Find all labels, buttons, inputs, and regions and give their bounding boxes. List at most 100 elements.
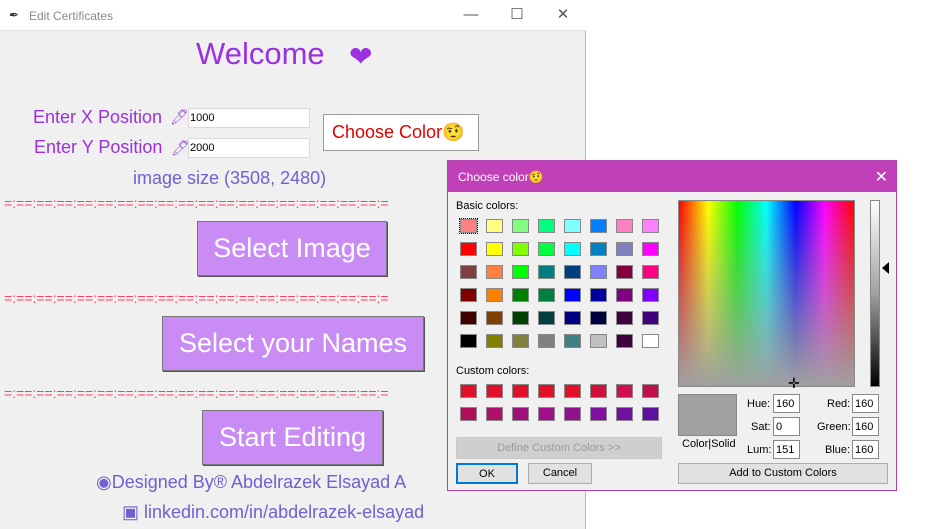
custom-color-swatch[interactable] [616,407,633,421]
basic-colors-label: Basic colors: [456,200,519,212]
color-spectrum[interactable] [678,200,855,387]
start-editing-button[interactable]: Start Editing [202,410,383,465]
basic-color-swatch[interactable] [642,265,659,279]
basic-color-swatch[interactable] [486,219,503,233]
basic-color-swatch[interactable] [590,265,607,279]
basic-color-swatch[interactable] [460,311,477,325]
basic-color-swatch[interactable] [564,219,581,233]
ok-button[interactable]: OK [456,463,518,484]
luminance-arrow-icon[interactable] [882,262,889,274]
custom-color-swatch[interactable] [564,384,581,398]
basic-color-swatch[interactable] [538,334,555,348]
basic-color-swatch[interactable] [564,311,581,325]
y-position-input[interactable] [188,138,310,158]
basic-color-swatch[interactable] [590,311,607,325]
basic-color-swatch[interactable] [642,242,659,256]
basic-color-swatch[interactable] [538,242,555,256]
x-position-input[interactable] [188,108,310,128]
basic-color-swatch[interactable] [486,242,503,256]
basic-color-swatch[interactable] [460,265,477,279]
basic-color-swatch[interactable] [460,334,477,348]
custom-color-swatch[interactable] [486,384,503,398]
basic-color-swatch[interactable] [616,242,633,256]
custom-color-swatch[interactable] [512,407,529,421]
hue-label: Hue: [747,398,771,410]
linkedin-link[interactable]: ▣ linkedin.com/in/abdelrazek-elsayad [122,502,424,523]
custom-color-swatch[interactable] [460,384,477,398]
divider: =:==:==:==:==:==:==:==:==:==:==:==:==:==… [4,385,389,401]
basic-color-swatch[interactable] [616,219,633,233]
basic-color-swatch[interactable] [538,311,555,325]
define-custom-colors-button[interactable]: Define Custom Colors >> [456,437,662,459]
basic-color-swatch[interactable] [590,219,607,233]
basic-color-swatch[interactable] [512,265,529,279]
basic-color-swatch[interactable] [512,219,529,233]
dialog-close-button[interactable]: ✕ [875,167,888,187]
choose-color-button[interactable]: Choose Color🤨 [323,114,479,151]
basic-color-swatch[interactable] [642,334,659,348]
custom-color-swatch[interactable] [512,384,529,398]
basic-color-swatch[interactable] [512,242,529,256]
sat-input[interactable] [773,417,800,436]
hue-input[interactable] [773,394,800,413]
custom-color-swatch[interactable] [590,407,607,421]
basic-color-swatch[interactable] [616,265,633,279]
basic-color-swatch[interactable] [512,334,529,348]
custom-color-swatch[interactable] [538,407,555,421]
custom-color-swatch[interactable] [590,384,607,398]
basic-color-swatch[interactable] [590,288,607,302]
dialog-title-bar: Choose color🤨 ✕ [448,161,896,192]
window-title: Edit Certificates [29,9,114,23]
basic-color-swatch[interactable] [590,242,607,256]
lum-input[interactable] [773,440,800,459]
cancel-button[interactable]: Cancel [528,463,592,484]
basic-color-swatch[interactable] [459,218,478,234]
basic-color-swatch[interactable] [616,288,633,302]
basic-color-swatch[interactable] [486,288,503,302]
blue-input[interactable] [852,440,879,459]
basic-color-swatch[interactable] [538,219,555,233]
basic-color-swatch[interactable] [564,334,581,348]
minimize-button[interactable]: — [460,4,482,26]
maximize-button[interactable]: ☐ [506,4,528,26]
basic-color-swatch[interactable] [564,288,581,302]
basic-color-swatch[interactable] [538,265,555,279]
basic-color-swatch[interactable] [616,334,633,348]
custom-color-swatch[interactable] [486,407,503,421]
basic-color-swatch[interactable] [512,288,529,302]
custom-color-swatch[interactable] [642,407,659,421]
basic-color-swatch[interactable] [486,265,503,279]
basic-color-swatch[interactable] [460,242,477,256]
title-bar: ✒ Edit Certificates — ☐ ✕ [0,0,586,31]
custom-color-swatch[interactable] [642,384,659,398]
basic-color-swatch[interactable] [642,311,659,325]
close-button[interactable]: ✕ [552,4,574,26]
custom-color-swatch[interactable] [538,384,555,398]
add-to-custom-colors-button[interactable]: Add to Custom Colors [678,463,888,484]
select-image-button[interactable]: Select Image [197,221,387,276]
designer-credit: ◉Designed By® Abdelrazek Elsayad A [96,472,407,492]
red-input[interactable] [852,394,879,413]
heart-icon: ❤ [349,41,373,72]
custom-color-swatch[interactable] [616,384,633,398]
basic-color-swatch[interactable] [590,334,607,348]
basic-color-swatch[interactable] [486,334,503,348]
select-names-button[interactable]: Select your Names [162,316,424,371]
custom-color-swatch[interactable] [460,407,477,421]
basic-color-swatch[interactable] [564,265,581,279]
basic-color-swatch[interactable] [538,288,555,302]
basic-color-swatch[interactable] [564,242,581,256]
sat-label: Sat: [751,421,771,433]
custom-color-swatch[interactable] [564,407,581,421]
feather-icon: ✒ [9,8,20,22]
luminance-slider[interactable] [870,200,880,387]
basic-color-swatch[interactable] [486,311,503,325]
basic-color-swatch[interactable] [642,288,659,302]
custom-colors-label: Custom colors: [456,365,530,377]
divider: =:==:==:==:==:==:==:==:==:==:==:==:==:==… [4,290,389,306]
basic-color-swatch[interactable] [512,311,529,325]
basic-color-swatch[interactable] [460,288,477,302]
basic-color-swatch[interactable] [642,219,659,233]
green-input[interactable] [852,417,879,436]
basic-color-swatch[interactable] [616,311,633,325]
